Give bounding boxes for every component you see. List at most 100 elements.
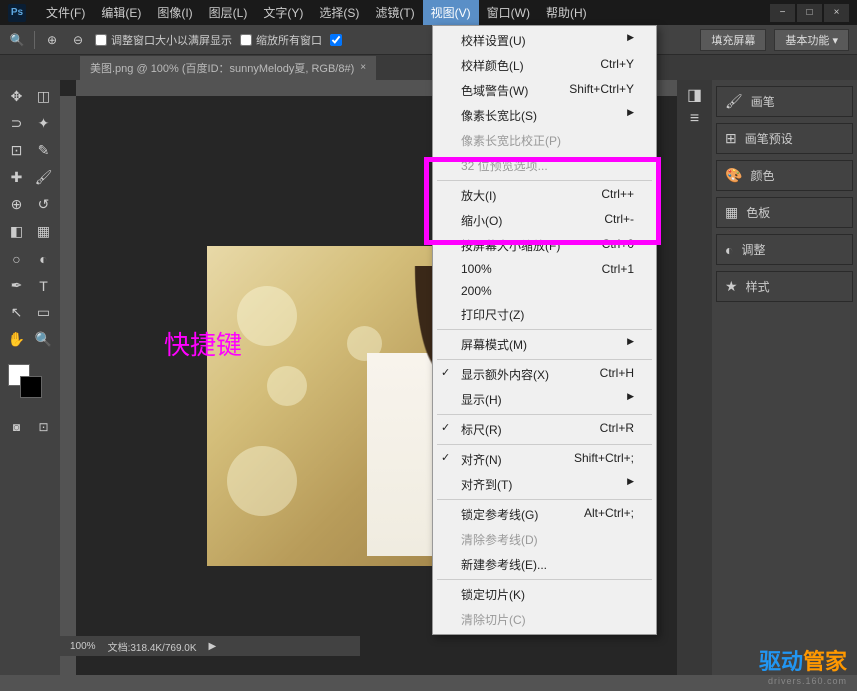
screen-mode-toggle[interactable]: ⊡ [31,414,56,439]
wand-tool[interactable]: ✦ [31,111,56,136]
status-bar: 100% 文档:318.4K/769.0K ▶ [60,636,360,656]
annotation-label: 快捷键 [164,325,242,362]
menu-edit[interactable]: 编辑(E) [93,0,149,25]
right-panels: 🖌 画笔 ⊞ 画笔预设 🎨 颜色 ▦ 色板 ◐ 调整 ★ 样式 [712,80,857,675]
panel-icon-1[interactable]: ◨ [686,86,704,104]
adjustments-panel[interactable]: ◐ 调整 [716,234,853,265]
maximize-button[interactable]: □ [797,4,822,22]
zoom-out-icon[interactable]: ⊖ [69,31,87,49]
brush-tool[interactable]: 🖌 [31,165,56,190]
swatches-icon: ▦ [725,204,738,221]
styles-panel[interactable]: ★ 样式 [716,271,853,302]
option-bar: 🔍 ⊕ ⊖ 调整窗口大小以满屏显示 缩放所有窗口 填充屏幕 基本功能 ▾ [0,25,857,55]
styles-icon: ★ [725,278,738,295]
menu-window[interactable]: 窗口(W) [479,0,538,25]
menu-layer[interactable]: 图层(L) [201,0,256,25]
quick-mask-toggle[interactable]: ◙ [4,414,29,439]
menu-screen-mode[interactable]: 屏幕模式(M)▶ [433,332,656,357]
menu-fit-screen[interactable]: 按屏幕大小缩放(F)Ctrl+0 [433,233,656,258]
stamp-tool[interactable]: ⊕ [4,192,29,217]
menu-proof-colors[interactable]: 校样颜色(L)Ctrl+Y [433,53,656,78]
lasso-tool[interactable]: ⊃ [4,111,29,136]
menu-view[interactable]: 视图(V) [423,0,479,25]
color-swatches[interactable] [4,364,54,404]
close-button[interactable]: × [824,4,849,22]
menu-clear-slices: 清除切片(C) [433,607,656,632]
zoom-tool[interactable]: 🔍 [31,327,56,352]
menu-file[interactable]: 文件(F) [38,0,93,25]
brush-presets-icon: ⊞ [725,130,737,147]
tab-close-icon[interactable]: × [360,62,366,73]
menu-clear-guides: 清除参考线(D) [433,527,656,552]
window-controls: − □ × [770,4,849,22]
workspace-dropdown[interactable]: 基本功能 ▾ [774,29,849,51]
zoom-in-icon[interactable]: ⊕ [43,31,61,49]
eyedropper-tool[interactable]: ✎ [31,138,56,163]
menu-32bit-preview: 32 位预览选项... [433,153,656,178]
color-panel[interactable]: 🎨 颜色 [716,160,853,191]
path-tool[interactable]: ↖ [4,300,29,325]
crop-tool[interactable]: ⊡ [4,138,29,163]
adjustments-icon: ◐ [725,242,733,258]
move-tool[interactable]: ✥ [4,84,29,109]
vertical-ruler [60,96,76,675]
menu-text[interactable]: 文字(Y) [255,0,311,25]
menu-new-guide[interactable]: 新建参考线(E)... [433,552,656,577]
brush-presets-panel[interactable]: ⊞ 画笔预设 [716,123,853,154]
brush-icon: 🖌 [725,93,743,110]
history-brush-tool[interactable]: ↺ [31,192,56,217]
collapsed-panel-icons: ◨ ≡ [677,80,712,675]
info-arrow-icon[interactable]: ▶ [209,641,217,652]
menu-200percent[interactable]: 200% [433,280,656,302]
type-tool[interactable]: T [31,273,56,298]
doc-info: 文档:318.4K/769.0K [108,639,197,654]
menu-extras[interactable]: ✓显示额外内容(X)Ctrl+H [433,362,656,387]
menu-rulers[interactable]: ✓标尺(R)Ctrl+R [433,417,656,442]
blur-tool[interactable]: ○ [4,246,29,271]
menu-pixel-aspect[interactable]: 像素长宽比(S)▶ [433,103,656,128]
scrubby-zoom-option[interactable] [330,34,342,46]
background-color[interactable] [20,376,42,398]
pen-tool[interactable]: ✒ [4,273,29,298]
zoom-tool-icon[interactable]: 🔍 [8,31,26,49]
watermark: 驱动管家 drivers.160.com [759,644,847,686]
menu-100percent[interactable]: 100%Ctrl+1 [433,258,656,280]
document-tab[interactable]: 美图.png @ 100% (百度ID：sunnyMelody夏, RGB/8#… [80,56,376,80]
selection-tool[interactable]: ◫ [31,84,56,109]
menu-snap-to[interactable]: 对齐到(T)▶ [433,472,656,497]
menu-snap[interactable]: ✓对齐(N)Shift+Ctrl+; [433,447,656,472]
hand-tool[interactable]: ✋ [4,327,29,352]
palette-icon: 🎨 [725,167,742,184]
menu-filter[interactable]: 滤镜(T) [367,0,422,25]
menu-help[interactable]: 帮助(H) [538,0,595,25]
menu-zoom-in[interactable]: 放大(I)Ctrl++ [433,183,656,208]
menu-lock-slices[interactable]: 锁定切片(K) [433,582,656,607]
panel-icon-2[interactable]: ≡ [686,110,704,128]
menu-select[interactable]: 选择(S) [311,0,367,25]
minimize-button[interactable]: − [770,4,795,22]
shape-tool[interactable]: ▭ [31,300,56,325]
menu-show[interactable]: 显示(H)▶ [433,387,656,412]
toolbox: ✥ ◫ ⊃ ✦ ⊡ ✎ ✚ 🖌 ⊕ ↺ ◧ ▦ ○ ◐ ✒ T ↖ ▭ ✋ 🔍 … [0,80,60,675]
titlebar: Ps 文件(F) 编辑(E) 图像(I) 图层(L) 文字(Y) 选择(S) 滤… [0,0,857,25]
gradient-tool[interactable]: ▦ [31,219,56,244]
menu-print-size[interactable]: 打印尺寸(Z) [433,302,656,327]
menu-image[interactable]: 图像(I) [149,0,200,25]
menu-pixel-correction: 像素长宽比校正(P) [433,128,656,153]
menu-lock-guides[interactable]: 锁定参考线(G)Alt+Ctrl+; [433,502,656,527]
swatches-panel[interactable]: ▦ 色板 [716,197,853,228]
dodge-tool[interactable]: ◐ [31,246,56,271]
ps-logo: Ps [8,4,26,22]
menu-gamut-warning[interactable]: 色域警告(W)Shift+Ctrl+Y [433,78,656,103]
resize-window-option[interactable]: 调整窗口大小以满屏显示 [95,32,232,48]
menu-proof-setup[interactable]: 校样设置(U)▶ [433,28,656,53]
eraser-tool[interactable]: ◧ [4,219,29,244]
menu-zoom-out[interactable]: 缩小(O)Ctrl+- [433,208,656,233]
fill-screen-button[interactable]: 填充屏幕 [700,29,766,51]
document-tab-bar: 美图.png @ 100% (百度ID：sunnyMelody夏, RGB/8#… [0,55,857,80]
brush-panel[interactable]: 🖌 画笔 [716,86,853,117]
zoom-all-option[interactable]: 缩放所有窗口 [240,32,322,48]
zoom-level[interactable]: 100% [70,641,96,652]
heal-tool[interactable]: ✚ [4,165,29,190]
view-dropdown-menu: 校样设置(U)▶ 校样颜色(L)Ctrl+Y 色域警告(W)Shift+Ctrl… [432,25,657,635]
